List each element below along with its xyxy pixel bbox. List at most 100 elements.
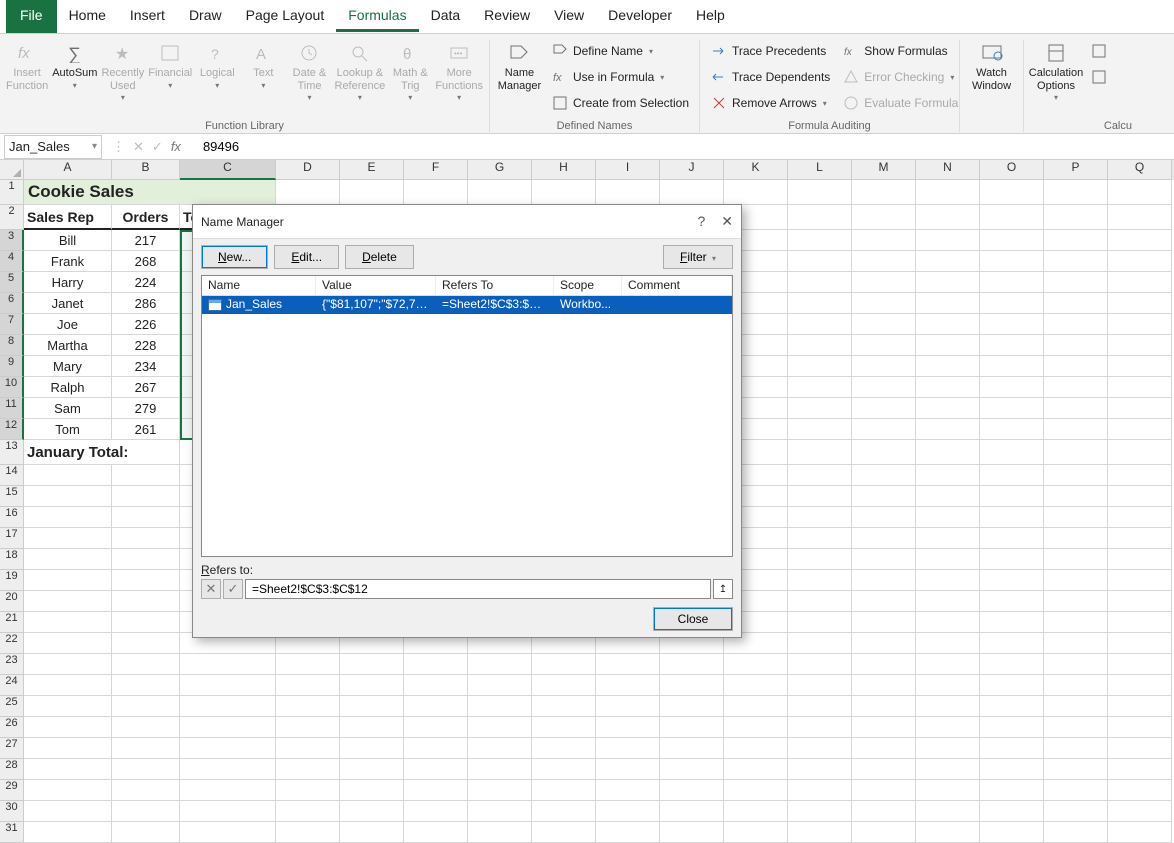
cell[interactable]	[468, 717, 532, 738]
cell[interactable]	[24, 465, 112, 486]
cell[interactable]	[276, 759, 340, 780]
cell[interactable]: Harry	[24, 272, 112, 293]
col-header-C[interactable]: C	[180, 160, 276, 180]
tab-help[interactable]: Help	[684, 1, 737, 32]
cell[interactable]	[112, 675, 180, 696]
cell[interactable]	[980, 801, 1044, 822]
cell[interactable]	[1044, 633, 1108, 654]
cell[interactable]	[1108, 612, 1172, 633]
col-header-F[interactable]: F	[404, 160, 468, 180]
cell[interactable]	[852, 356, 916, 377]
cell[interactable]	[1044, 570, 1108, 591]
cell[interactable]	[788, 612, 852, 633]
cell[interactable]	[788, 675, 852, 696]
cell[interactable]	[724, 801, 788, 822]
cell[interactable]	[660, 696, 724, 717]
cell[interactable]	[1044, 759, 1108, 780]
cell[interactable]	[24, 528, 112, 549]
col-header-L[interactable]: L	[788, 160, 852, 180]
cell[interactable]	[24, 570, 112, 591]
cell[interactable]	[24, 801, 112, 822]
cell[interactable]	[852, 465, 916, 486]
row-header[interactable]: 21	[0, 612, 24, 633]
cell[interactable]	[1108, 335, 1172, 356]
cell[interactable]	[532, 675, 596, 696]
remove-arrows-button[interactable]: Remove Arrows▾	[706, 92, 834, 114]
cell[interactable]	[852, 759, 916, 780]
logical-button[interactable]: ?Logical	[196, 40, 238, 110]
cell[interactable]	[916, 528, 980, 549]
cell[interactable]	[112, 465, 180, 486]
cell[interactable]	[340, 738, 404, 759]
cell[interactable]	[596, 738, 660, 759]
cell[interactable]	[1108, 570, 1172, 591]
row-header[interactable]: 10	[0, 377, 24, 398]
cell[interactable]	[276, 738, 340, 759]
col-header-O[interactable]: O	[980, 160, 1044, 180]
cell[interactable]	[532, 717, 596, 738]
cell[interactable]: Frank	[24, 251, 112, 272]
cell[interactable]	[1044, 801, 1108, 822]
cell[interactable]	[788, 335, 852, 356]
cell[interactable]	[852, 633, 916, 654]
cell[interactable]	[1044, 272, 1108, 293]
cell[interactable]	[788, 180, 852, 205]
cell[interactable]	[596, 654, 660, 675]
cell[interactable]	[1044, 507, 1108, 528]
cell[interactable]	[1108, 675, 1172, 696]
cell[interactable]	[724, 696, 788, 717]
cell[interactable]	[112, 486, 180, 507]
cell[interactable]: 224	[112, 272, 180, 293]
cell[interactable]: 217	[112, 230, 180, 251]
cell[interactable]	[468, 738, 532, 759]
accept-formula-icon[interactable]: ✓	[152, 139, 163, 155]
cell[interactable]	[1108, 314, 1172, 335]
cell[interactable]	[180, 717, 276, 738]
row-header[interactable]: 8	[0, 335, 24, 356]
cell[interactable]	[468, 654, 532, 675]
cell[interactable]	[916, 272, 980, 293]
cell[interactable]	[980, 528, 1044, 549]
cell[interactable]	[916, 780, 980, 801]
cell[interactable]: January Total:	[24, 440, 180, 465]
row-header[interactable]: 28	[0, 759, 24, 780]
calculation-options-button[interactable]: Calculation Options	[1030, 40, 1082, 110]
row-header[interactable]: 18	[0, 549, 24, 570]
tab-developer[interactable]: Developer	[596, 1, 684, 32]
cell[interactable]	[1108, 230, 1172, 251]
cell[interactable]	[916, 570, 980, 591]
cell[interactable]	[596, 801, 660, 822]
cell[interactable]	[1108, 696, 1172, 717]
new-name-button[interactable]: New...	[201, 245, 268, 269]
cell[interactable]: 226	[112, 314, 180, 335]
cell[interactable]	[788, 314, 852, 335]
cell[interactable]	[980, 612, 1044, 633]
dialog-titlebar[interactable]: Name Manager ? ✕	[193, 205, 741, 239]
row-header[interactable]: 3	[0, 230, 24, 251]
cell[interactable]	[112, 696, 180, 717]
cell[interactable]	[596, 180, 660, 205]
row-header[interactable]: 7	[0, 314, 24, 335]
cell[interactable]	[1108, 801, 1172, 822]
cell[interactable]	[1044, 612, 1108, 633]
text-button[interactable]: AText	[242, 40, 284, 110]
cell[interactable]	[788, 654, 852, 675]
col-header-D[interactable]: D	[276, 160, 340, 180]
row-header[interactable]: 20	[0, 591, 24, 612]
cell[interactable]	[852, 549, 916, 570]
cell[interactable]	[1044, 440, 1108, 465]
cell[interactable]	[404, 180, 468, 205]
cell[interactable]	[276, 696, 340, 717]
cell[interactable]	[404, 759, 468, 780]
row-header[interactable]: 6	[0, 293, 24, 314]
cell[interactable]	[724, 780, 788, 801]
calc-now-button[interactable]	[1086, 40, 1112, 62]
cell[interactable]	[916, 293, 980, 314]
delete-name-button[interactable]: Delete	[345, 245, 414, 269]
cell[interactable]	[852, 780, 916, 801]
cell[interactable]	[1044, 335, 1108, 356]
cell[interactable]	[852, 419, 916, 440]
row-header[interactable]: 24	[0, 675, 24, 696]
cell[interactable]	[180, 675, 276, 696]
cell[interactable]	[404, 717, 468, 738]
